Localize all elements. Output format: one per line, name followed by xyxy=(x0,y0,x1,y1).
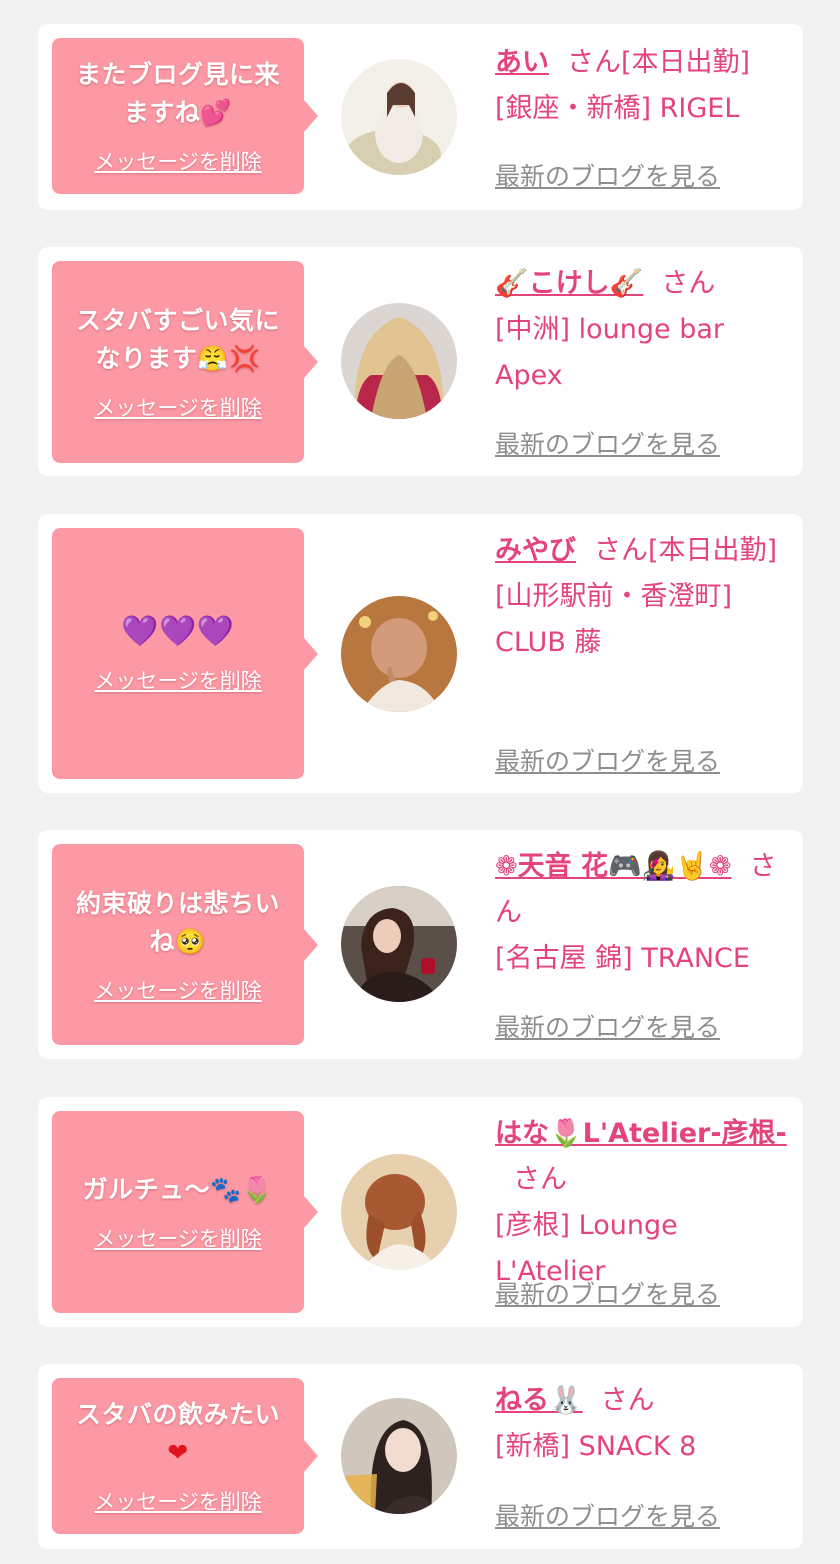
avatar[interactable] xyxy=(341,303,457,419)
message-card: スタバすごい気に なります😤💢 メッセージを削除 🎸こけし🎸 さん [中洲] lo… xyxy=(38,247,803,476)
message-card: またブログ見に来 ますね💕 メッセージを削除 あい さん[本日出勤] [銀座・新橋… xyxy=(38,24,803,210)
message-card: スタバの飲みたい ❤ メッセージを削除 ねる🐰 さん [新橋] SNACK 8 最… xyxy=(38,1364,803,1549)
latest-blog-link[interactable]: 最新のブログを見る xyxy=(495,1497,720,1533)
message-card: 約束破りは悲ちい ね🥺 メッセージを削除 ❁天音 花🎮👩‍🎤🤘❁ さん [名古屋 … xyxy=(38,830,803,1059)
cast-name-link[interactable]: あい xyxy=(495,47,549,78)
delete-message-link[interactable]: メッセージを削除 xyxy=(94,665,262,695)
cast-name-link[interactable]: はな🌷L'Atelier-彦根- xyxy=(495,1118,787,1149)
message-text: スタバの飲みたい ❤ xyxy=(75,1400,280,1467)
attendance-status: [本日出勤] xyxy=(621,47,751,78)
avatar-photo xyxy=(341,886,457,1002)
message-bubble: スタバすごい気に なります😤💢 メッセージを削除 xyxy=(52,261,318,463)
message-card: ガルチュ〜🐾🌷 メッセージを削除 はな🌷L'Atelier-彦根-さん [彦根]… xyxy=(38,1097,803,1327)
delete-message-link[interactable]: メッセージを削除 xyxy=(94,1486,262,1516)
cast-name-link[interactable]: ❁天音 花🎮👩‍🎤🤘❁ xyxy=(495,851,732,882)
latest-blog-link[interactable]: 最新のブログを見る xyxy=(495,157,720,193)
message-text: スタバすごい気に なります😤💢 xyxy=(75,306,280,373)
cast-info: みやび さん[本日出勤] [山形駅前・香澄町] CLUB 藤 xyxy=(495,528,795,666)
cast-info: あい さん[本日出勤] [銀座・新橋] RIGEL xyxy=(495,40,795,132)
shop-info: [山形駅前・香澄町] CLUB 藤 xyxy=(495,581,733,658)
delete-message-link[interactable]: メッセージを削除 xyxy=(94,975,262,1005)
cast-name-link[interactable]: 🎸こけし🎸 xyxy=(495,268,643,299)
honorific: さん xyxy=(600,1385,655,1416)
cast-name-link[interactable]: みやび xyxy=(495,535,576,566)
cast-name-link[interactable]: ねる🐰 xyxy=(495,1385,583,1416)
cast-info: ねる🐰 さん [新橋] SNACK 8 xyxy=(495,1378,795,1470)
message-text: 約束破りは悲ちい ね🥺 xyxy=(75,888,280,956)
message-card: 💜💜💜 メッセージを削除 みやび さん[本日出勤] [山形駅前・香澄町] CLUB… xyxy=(38,514,803,793)
shop-info: [中洲] lounge bar Apex xyxy=(495,314,725,391)
message-bubble: スタバの飲みたい ❤ メッセージを削除 xyxy=(52,1378,318,1534)
avatar[interactable] xyxy=(341,596,457,712)
avatar-photo xyxy=(341,1154,457,1270)
avatar[interactable] xyxy=(341,886,457,1002)
avatar[interactable] xyxy=(341,1154,457,1270)
latest-blog-link[interactable]: 最新のブログを見る xyxy=(495,742,720,778)
latest-blog-link[interactable]: 最新のブログを見る xyxy=(495,1275,720,1311)
cast-info: 🎸こけし🎸 さん [中洲] lounge bar Apex xyxy=(495,261,795,399)
cast-info: ❁天音 花🎮👩‍🎤🤘❁ さん [名古屋 錦] TRANCE xyxy=(495,844,795,982)
honorific: さん xyxy=(661,268,716,299)
avatar-photo xyxy=(341,596,457,712)
message-bubble: 💜💜💜 メッセージを削除 xyxy=(52,528,318,779)
latest-blog-link[interactable]: 最新のブログを見る xyxy=(495,425,720,461)
delete-message-link[interactable]: メッセージを削除 xyxy=(94,392,262,422)
delete-message-link[interactable]: メッセージを削除 xyxy=(94,1223,262,1253)
shop-info: [新橋] SNACK 8 xyxy=(495,1431,697,1462)
message-bubble: またブログ見に来 ますね💕 メッセージを削除 xyxy=(52,38,318,194)
shop-info: [名古屋 錦] TRANCE xyxy=(495,943,750,974)
honorific: さん xyxy=(567,47,621,78)
honorific: さん xyxy=(594,535,648,566)
message-text: ガルチュ〜🐾🌷 xyxy=(82,1175,274,1204)
message-text: またブログ見に来 ますね💕 xyxy=(75,60,280,127)
message-text: 💜💜💜 xyxy=(121,613,235,649)
message-bubble: ガルチュ〜🐾🌷 メッセージを削除 xyxy=(52,1111,318,1313)
avatar[interactable] xyxy=(341,1398,457,1514)
message-list: またブログ見に来 ますね💕 メッセージを削除 あい さん[本日出勤] [銀座・新橋… xyxy=(0,0,840,1564)
message-bubble: 約束破りは悲ちい ね🥺 メッセージを削除 xyxy=(52,844,318,1045)
attendance-status: [本日出勤] xyxy=(648,535,778,566)
delete-message-link[interactable]: メッセージを削除 xyxy=(94,146,262,176)
avatar[interactable] xyxy=(341,59,457,175)
honorific: さん xyxy=(513,1164,567,1195)
cast-info: はな🌷L'Atelier-彦根-さん [彦根] Lounge L'Atelier xyxy=(495,1111,795,1295)
avatar-photo xyxy=(341,1398,457,1514)
avatar-photo xyxy=(341,59,457,175)
latest-blog-link[interactable]: 最新のブログを見る xyxy=(495,1008,720,1044)
avatar-photo xyxy=(341,303,457,419)
shop-info: [銀座・新橋] RIGEL xyxy=(495,93,740,124)
